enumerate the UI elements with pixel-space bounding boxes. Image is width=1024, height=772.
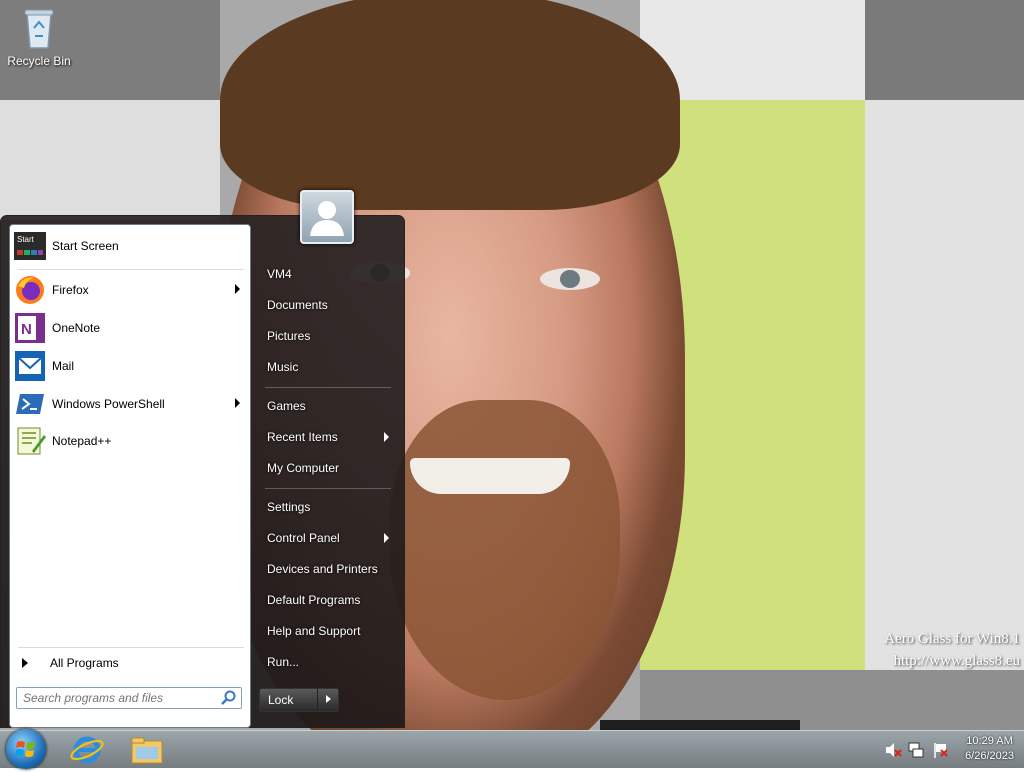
wallpaper-hair <box>220 0 680 210</box>
start-screen-tile-text: Start <box>17 235 35 244</box>
item-label: Default Programs <box>267 593 361 607</box>
windows-logo-icon <box>15 741 35 757</box>
notepadpp-icon <box>14 425 46 457</box>
program-label: Notepad++ <box>52 434 112 448</box>
volume-muted-icon[interactable] <box>884 741 902 759</box>
taskbar-file-explorer[interactable] <box>122 733 172 767</box>
recycle-bin-icon <box>22 6 56 50</box>
start-item-my-computer[interactable]: My Computer <box>261 454 393 482</box>
recycle-bin-label: Recycle Bin <box>7 54 71 68</box>
item-label: Pictures <box>267 329 311 343</box>
start-item-devices-and-printers[interactable]: Devices and Printers <box>261 555 393 583</box>
item-label: Music <box>267 360 299 374</box>
system-clock[interactable]: 10:29 AM 6/26/2023 <box>965 734 1014 764</box>
submenu-arrow-icon <box>235 398 240 408</box>
program-notepadpp[interactable]: Notepad++ <box>12 424 248 458</box>
submenu-arrow-icon <box>235 284 240 294</box>
internet-explorer-icon <box>70 736 104 764</box>
start-item-games[interactable]: Games <box>261 392 393 420</box>
wallpaper-shirt <box>600 720 800 730</box>
item-label: Run... <box>267 655 300 669</box>
wallpaper-eye <box>540 268 600 290</box>
program-mail[interactable]: Mail <box>12 349 248 383</box>
program-label: Windows PowerShell <box>52 397 165 411</box>
start-item-music[interactable]: Music <box>261 353 393 381</box>
user-account-picture[interactable] <box>300 190 354 244</box>
separator <box>18 647 244 648</box>
item-label: VM4 <box>267 267 292 281</box>
all-programs-button[interactable]: All Programs <box>12 651 248 675</box>
separator <box>18 269 244 270</box>
separator <box>265 488 391 489</box>
network-icon[interactable] <box>907 741 925 759</box>
lock-button[interactable]: Lock <box>260 689 317 711</box>
item-label: Help and Support <box>267 624 361 638</box>
start-screen-icon: Start <box>14 230 46 262</box>
start-menu-places-pane: VM4 Documents Pictures Music Games Recen… <box>257 216 405 729</box>
separator <box>265 387 391 388</box>
item-label: Documents <box>267 298 328 312</box>
program-label: Firefox <box>52 283 89 297</box>
item-label: My Computer <box>267 461 340 475</box>
start-item-recent-items[interactable]: Recent Items <box>261 423 393 451</box>
onenote-icon: N <box>14 312 46 344</box>
start-item-help-and-support[interactable]: Help and Support <box>261 617 393 645</box>
file-explorer-icon <box>131 737 163 764</box>
power-options-arrow-button[interactable] <box>317 689 338 711</box>
program-label: OneNote <box>52 321 101 335</box>
item-label: Settings <box>267 500 311 514</box>
search-input[interactable] <box>17 690 221 706</box>
search-box[interactable] <box>16 687 242 709</box>
start-item-default-programs[interactable]: Default Programs <box>261 586 393 614</box>
submenu-arrow-icon <box>384 533 389 543</box>
start-item-run[interactable]: Run... <box>261 648 393 676</box>
item-label: Control Panel <box>267 531 340 545</box>
program-windows-powershell[interactable]: Windows PowerShell <box>12 387 248 421</box>
start-orb-button[interactable] <box>6 729 46 769</box>
wallpaper-tile <box>865 0 1024 100</box>
expand-arrow-icon <box>22 658 28 668</box>
action-center-flag-icon[interactable] <box>932 741 950 759</box>
item-label: Devices and Printers <box>267 562 378 576</box>
start-menu-programs-pane: Start Start Screen Firefox N OneNote Mai… <box>9 224 251 728</box>
powershell-icon <box>14 388 46 420</box>
clock-time: 10:29 AM <box>966 735 1013 747</box>
watermark-line1: Aero Glass for Win8.1 <box>884 631 1020 647</box>
wallpaper-smile <box>410 458 570 494</box>
recycle-bin-desktop-icon[interactable]: Recycle Bin <box>4 6 74 68</box>
taskbar-internet-explorer[interactable] <box>62 733 112 767</box>
start-item-settings[interactable]: Settings <box>261 493 393 521</box>
lock-button-group: Lock <box>259 688 339 712</box>
program-label: Start Screen <box>52 239 119 253</box>
program-start-screen[interactable]: Start Start Screen <box>12 229 248 263</box>
watermark-line2: http://www.glass8.eu <box>893 653 1020 669</box>
start-item-control-panel[interactable]: Control Panel <box>261 524 393 552</box>
start-menu: Start Start Screen Firefox N OneNote Mai… <box>0 215 405 728</box>
taskbar: 10:29 AM 6/26/2023 <box>0 729 1024 769</box>
start-item-pictures[interactable]: Pictures <box>261 322 393 350</box>
wallpaper-tile <box>0 100 220 220</box>
user-avatar-icon <box>310 201 344 236</box>
start-item-user-folder[interactable]: VM4 <box>261 260 393 288</box>
firefox-icon <box>14 274 46 306</box>
submenu-arrow-icon <box>384 432 389 442</box>
svg-text:N: N <box>21 321 32 338</box>
wallpaper-tile <box>865 100 1024 670</box>
program-firefox[interactable]: Firefox <box>12 273 248 307</box>
item-label: Games <box>267 399 306 413</box>
all-programs-label: All Programs <box>50 656 119 670</box>
start-item-documents[interactable]: Documents <box>261 291 393 319</box>
item-label: Recent Items <box>267 430 338 444</box>
mail-icon <box>14 350 46 382</box>
clock-date: 6/26/2023 <box>965 750 1014 762</box>
search-icon[interactable] <box>221 690 237 706</box>
program-onenote[interactable]: N OneNote <box>12 311 248 345</box>
wallpaper-beard <box>390 400 620 700</box>
program-label: Mail <box>52 359 75 373</box>
